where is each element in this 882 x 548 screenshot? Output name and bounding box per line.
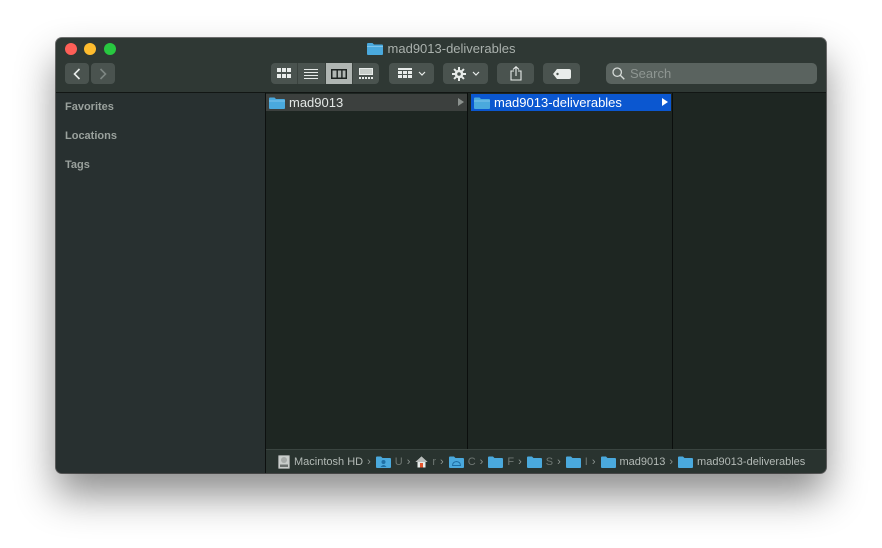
path-item-folder[interactable]: I — [565, 456, 588, 468]
chevron-right-icon — [99, 67, 107, 80]
path-separator: › — [440, 455, 444, 468]
column-browser: mad9013 mad9013-deliverables — [266, 93, 826, 449]
folder-icon — [269, 97, 285, 109]
gear-icon — [451, 66, 466, 81]
chevron-down-icon — [472, 71, 479, 76]
sidebar-section-locations[interactable]: Locations — [65, 130, 117, 142]
path-item-folder[interactable]: F — [488, 456, 514, 468]
icon-view-icon — [277, 68, 292, 78]
share-icon — [509, 66, 522, 81]
icon-view-button[interactable] — [271, 63, 299, 84]
path-separator: › — [669, 455, 674, 468]
path-item-icloud[interactable]: C — [448, 456, 476, 468]
path-bar: Macintosh HD › U › r › C › F › S › I › m… — [266, 449, 826, 473]
hard-drive-icon — [278, 454, 290, 469]
action-button[interactable] — [443, 63, 488, 84]
tag-icon — [552, 68, 571, 79]
path-separator: › — [367, 455, 371, 468]
path-item-macintosh-hd[interactable]: Macintosh HD — [278, 454, 363, 469]
chevron-down-icon — [418, 71, 425, 76]
column-view-button[interactable] — [325, 63, 353, 84]
window-title: mad9013-deliverables — [56, 41, 826, 59]
path-separator: › — [518, 455, 522, 468]
column-3[interactable] — [673, 93, 826, 449]
gallery-view-button[interactable] — [353, 63, 379, 84]
item-name: mad9013-deliverables — [494, 95, 622, 110]
folder-icon — [600, 456, 616, 468]
folder-icon — [366, 42, 383, 59]
sidebar: Favorites Locations Tags — [56, 93, 266, 473]
back-button[interactable] — [65, 63, 89, 84]
path-item-folder[interactable]: S — [526, 456, 553, 468]
folder-icon — [678, 456, 694, 468]
list-view-button[interactable] — [298, 63, 326, 84]
folder-icon — [474, 97, 490, 109]
disclosure-arrow-icon — [662, 98, 668, 106]
share-button[interactable] — [497, 63, 534, 84]
home-icon — [415, 456, 428, 468]
search-input[interactable] — [630, 66, 800, 81]
forward-button[interactable] — [91, 63, 115, 84]
finder-window: mad9013-deliverables Search Favorites Lo… — [56, 38, 826, 473]
folder-icon — [565, 456, 581, 468]
path-item-users[interactable]: U — [375, 456, 403, 468]
view-mode-selector — [271, 63, 379, 84]
list-view-icon — [304, 68, 319, 79]
user-folder-icon — [375, 456, 391, 468]
chevron-left-icon — [73, 67, 81, 80]
column-view-icon — [330, 68, 347, 79]
path-separator: › — [479, 455, 484, 468]
path-item-mad9013[interactable]: mad9013 — [600, 456, 665, 468]
search-field[interactable] — [606, 63, 817, 84]
group-icon — [397, 68, 412, 78]
item-name: mad9013 — [289, 95, 344, 110]
path-separator: › — [557, 455, 561, 468]
sidebar-section-tags[interactable]: Tags — [65, 159, 90, 171]
titlebar: mad9013-deliverables — [56, 38, 826, 93]
search-icon — [612, 67, 625, 80]
window-title-text: mad9013-deliverables — [387, 41, 516, 56]
path-separator: › — [406, 455, 411, 468]
path-item-home[interactable]: r — [415, 456, 436, 468]
folder-icon — [488, 456, 504, 468]
list-item[interactable]: mad9013-deliverables — [471, 94, 671, 111]
sidebar-section-favorites[interactable]: Favorites — [65, 101, 114, 113]
path-separator: › — [591, 455, 596, 468]
group-by-button[interactable] — [389, 63, 434, 84]
folder-icon — [526, 456, 542, 468]
tags-button[interactable] — [543, 63, 580, 84]
path-item-mad9013-deliverables[interactable]: mad9013-deliverables — [678, 456, 805, 468]
column-2[interactable]: mad9013-deliverables — [468, 93, 673, 449]
icloud-folder-icon — [448, 456, 464, 468]
gallery-view-icon — [358, 68, 373, 79]
column-1[interactable]: mad9013 — [266, 93, 468, 449]
list-item[interactable]: mad9013 — [266, 94, 467, 111]
disclosure-arrow-icon — [458, 98, 464, 106]
